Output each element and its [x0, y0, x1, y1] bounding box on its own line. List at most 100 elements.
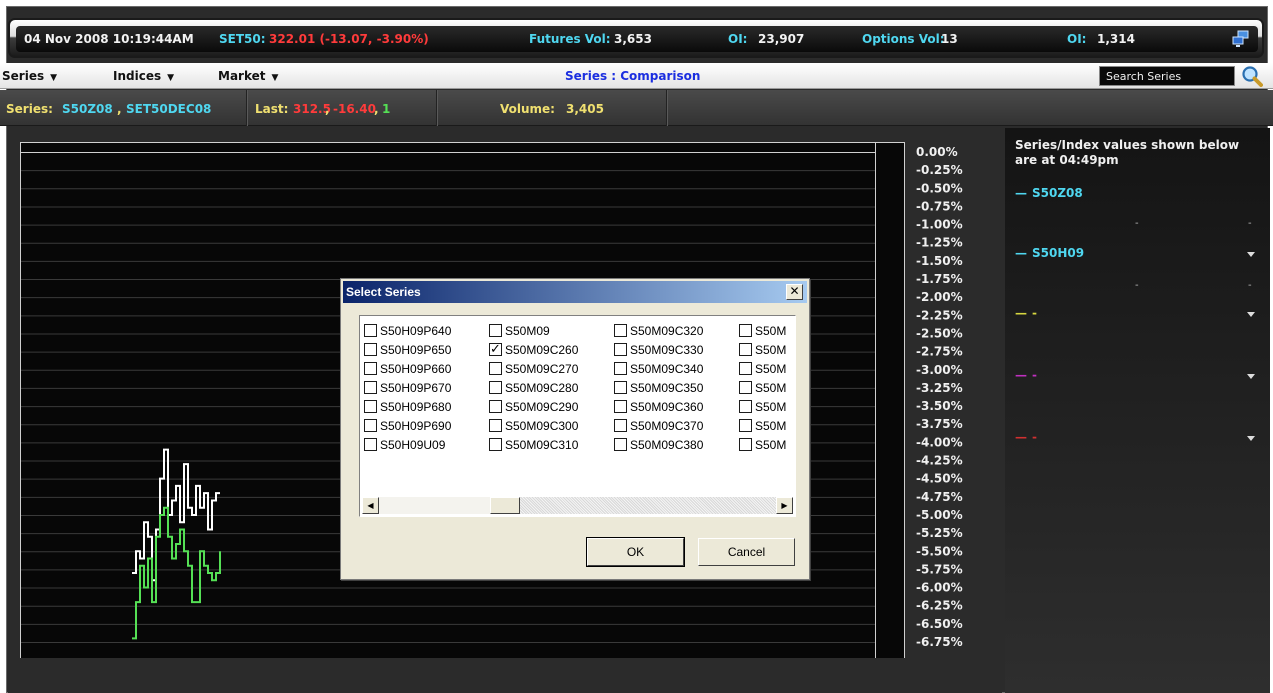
ok-button[interactable]: OK	[586, 537, 685, 567]
checkbox-label: S50M09C280	[505, 381, 579, 395]
comma: ,	[325, 102, 330, 116]
menu-series[interactable]: Series ▼	[2, 69, 57, 83]
checkbox[interactable]	[614, 362, 627, 375]
network-icon[interactable]	[1232, 30, 1250, 48]
checkbox[interactable]	[739, 324, 752, 337]
series-checkbox-item[interactable]: S50H09U09	[364, 438, 445, 454]
series-checkbox-item[interactable]: S50M09C280	[489, 381, 578, 397]
cancel-button[interactable]: Cancel	[698, 538, 795, 566]
series-checkbox-item[interactable]: S50M09C260	[489, 341, 579, 359]
checkbox-label: S50M	[755, 381, 787, 395]
series-label: Series:	[6, 102, 53, 116]
series-checkbox-item[interactable]: S50M09C370	[614, 419, 703, 435]
magnifier-icon[interactable]	[1241, 65, 1263, 87]
series-checkbox-item[interactable]: S50M	[739, 381, 786, 397]
futures-vol-label: Futures Vol:	[529, 32, 611, 46]
series-checkbox-item[interactable]: S50M09	[489, 324, 550, 340]
checkbox-label: S50M09C260	[505, 343, 579, 357]
checkbox[interactable]	[489, 362, 502, 375]
y-tick-label: -5.25%	[916, 526, 963, 540]
checkbox[interactable]	[364, 419, 377, 432]
dropdown-arrow-icon[interactable]	[1247, 312, 1255, 317]
checkbox-label: S50M09C320	[630, 324, 704, 338]
checkbox[interactable]	[614, 381, 627, 394]
checkbox[interactable]	[739, 343, 752, 356]
dropdown-arrow-icon[interactable]	[1247, 374, 1255, 379]
series-checkbox-item[interactable]: S50M09C290	[489, 400, 578, 416]
divider	[247, 90, 248, 126]
close-button[interactable]: ✕	[786, 284, 803, 300]
checkbox[interactable]	[739, 400, 752, 413]
menu-indices[interactable]: Indices ▼	[113, 69, 174, 83]
series-checkbox-item[interactable]: S50H09P650	[364, 343, 451, 359]
checkbox-label: S50M	[755, 438, 787, 452]
checkbox[interactable]	[489, 381, 502, 394]
checkbox[interactable]	[739, 362, 752, 375]
series-row[interactable]: — S50H09	[1015, 246, 1084, 260]
checkbox[interactable]	[614, 324, 627, 337]
checkbox[interactable]	[489, 419, 502, 432]
series-checkbox-item[interactable]: S50M	[739, 400, 786, 416]
series-row[interactable]: — -	[1015, 368, 1037, 382]
series-row[interactable]: — -	[1015, 430, 1037, 444]
series-row-label: S50Z08	[1032, 186, 1083, 200]
checkbox-label: S50H09P650	[380, 343, 452, 357]
series-checkbox-item[interactable]: S50M	[739, 343, 786, 359]
series-checkbox-item[interactable]: S50M	[739, 438, 786, 454]
checkbox[interactable]	[614, 438, 627, 451]
series-color-marker: —	[1015, 430, 1027, 444]
series-checkbox-item[interactable]: S50H09P680	[364, 400, 451, 416]
scrollbar-track[interactable]	[520, 497, 776, 514]
series-row-label: S50H09	[1032, 246, 1085, 260]
scroll-left-button[interactable]: ◀	[362, 497, 379, 514]
menu-market[interactable]: Market ▼	[218, 69, 278, 83]
series-checkbox-item[interactable]: S50M09C350	[614, 381, 703, 397]
series-checkbox-item[interactable]: S50H09P670	[364, 381, 451, 397]
series-checkbox-item[interactable]: S50H09P660	[364, 362, 451, 378]
series-checkbox-item[interactable]: S50M	[739, 324, 786, 340]
series-checkbox-item[interactable]: S50M09C380	[614, 438, 703, 454]
series-separator: ,	[117, 102, 122, 116]
series-checkbox-item[interactable]: S50M09C340	[614, 362, 703, 378]
series-checkbox-item[interactable]: S50M09C360	[614, 400, 703, 416]
series-checkbox-item[interactable]: S50M09C330	[614, 343, 703, 359]
checkbox[interactable]	[739, 438, 752, 451]
series-checkbox-item[interactable]: S50M	[739, 419, 786, 435]
horizontal-scrollbar[interactable]: ◀ ▶	[362, 497, 793, 514]
y-tick-label: -3.75%	[916, 417, 963, 431]
checkbox[interactable]	[739, 381, 752, 394]
checkbox[interactable]	[614, 343, 627, 356]
series-checkbox-item[interactable]: S50M09C300	[489, 419, 578, 435]
y-tick-label: -0.75%	[916, 199, 963, 213]
checkbox[interactable]	[489, 324, 502, 337]
dropdown-arrow-icon[interactable]	[1247, 252, 1255, 257]
series-checkbox-item[interactable]: S50M09C310	[489, 438, 578, 454]
checkbox[interactable]	[489, 438, 502, 451]
dropdown-arrow-icon[interactable]	[1247, 436, 1255, 441]
series-checkbox-item[interactable]: S50M	[739, 362, 786, 378]
ticker-index-label: SET50:	[219, 32, 266, 46]
checkbox[interactable]	[489, 400, 502, 413]
series-checkbox-item[interactable]: S50M09C270	[489, 362, 578, 378]
scroll-right-button[interactable]: ▶	[776, 497, 793, 514]
series-checkbox-item[interactable]: S50H09P640	[364, 324, 451, 340]
series-checkbox-item[interactable]: S50H09P690	[364, 419, 451, 435]
checkbox[interactable]	[364, 343, 377, 356]
checkbox[interactable]	[364, 381, 377, 394]
series-checkbox-item[interactable]: S50M09C320	[614, 324, 703, 340]
checkbox[interactable]	[489, 341, 502, 357]
y-tick-label: -5.75%	[916, 562, 963, 576]
checkbox[interactable]	[364, 438, 377, 451]
checkbox[interactable]	[364, 324, 377, 337]
checkbox[interactable]	[739, 419, 752, 432]
series-row[interactable]: — -	[1015, 306, 1037, 320]
checkbox[interactable]	[364, 362, 377, 375]
checkbox-label: S50M	[755, 324, 787, 338]
checkbox[interactable]	[614, 419, 627, 432]
checkbox[interactable]	[364, 400, 377, 413]
scrollbar-thumb[interactable]	[490, 497, 520, 514]
checkbox[interactable]	[614, 400, 627, 413]
series-row[interactable]: — S50Z08	[1015, 186, 1083, 200]
series-value-placeholder: -	[1135, 218, 1139, 229]
search-input[interactable]: Search Series	[1099, 66, 1235, 86]
